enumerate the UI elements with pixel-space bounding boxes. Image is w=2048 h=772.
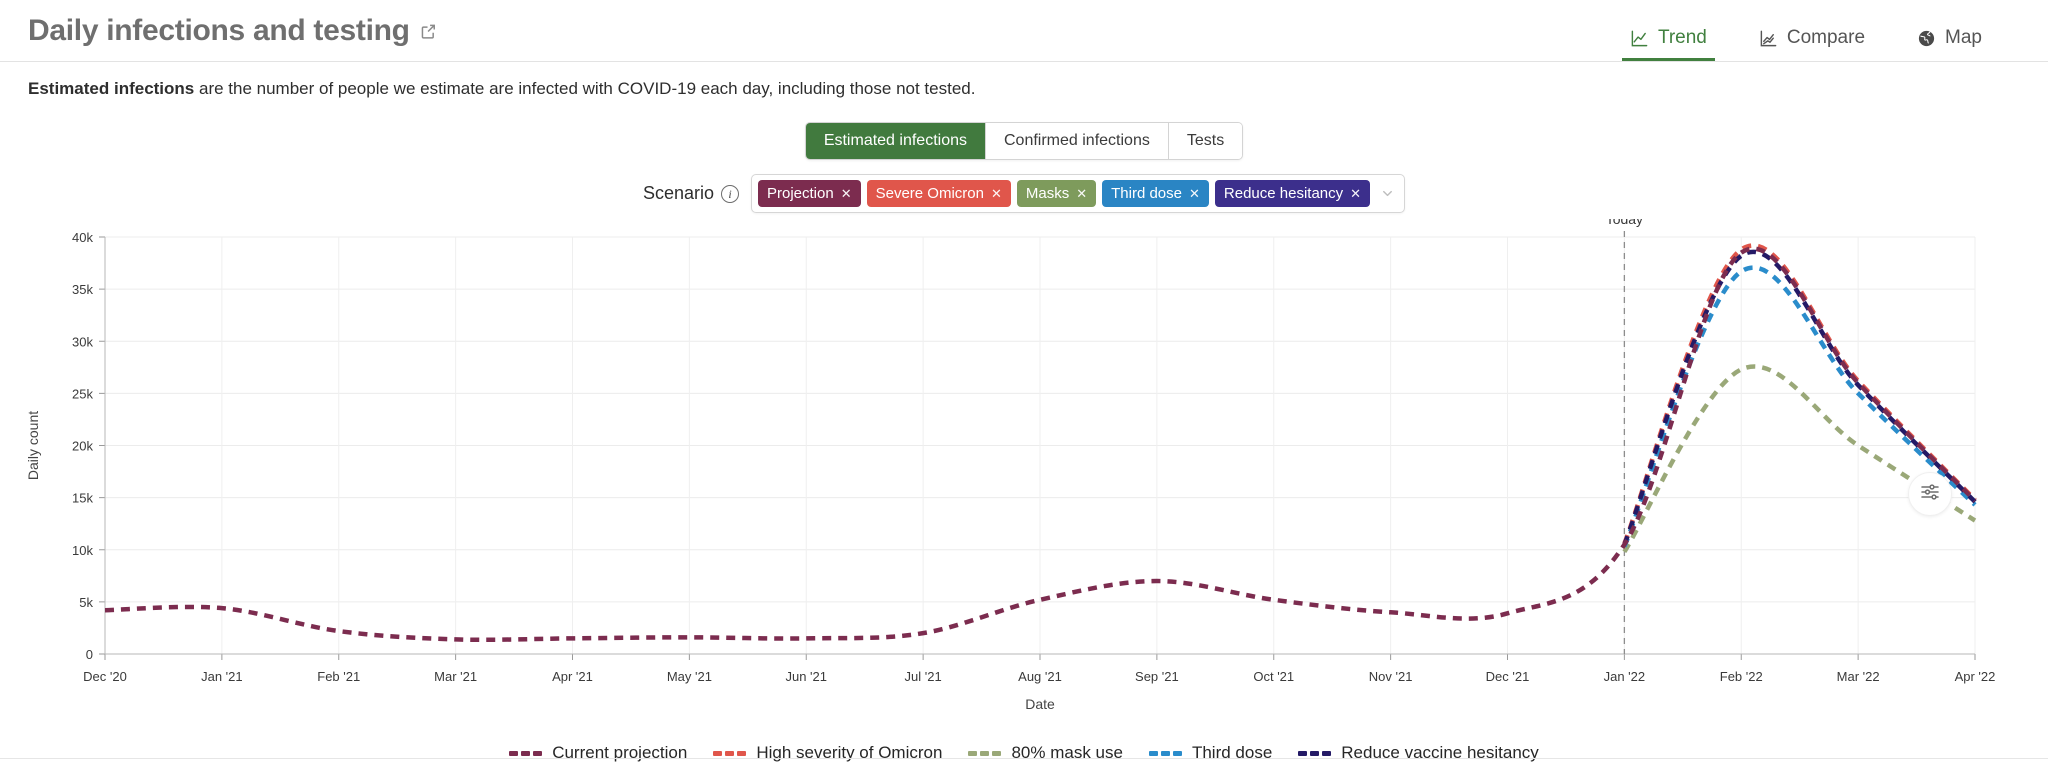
svg-text:Jun '21: Jun '21 bbox=[785, 669, 827, 684]
svg-text:0: 0 bbox=[86, 647, 93, 662]
svg-text:30k: 30k bbox=[72, 334, 93, 349]
legend-item-mask-use[interactable]: 80% mask use bbox=[968, 743, 1123, 763]
scenario-chip-third-dose[interactable]: Third dose ✕ bbox=[1102, 180, 1209, 207]
svg-text:Apr '22: Apr '22 bbox=[1955, 669, 1996, 684]
tab-trend[interactable]: Trend bbox=[1604, 27, 1733, 61]
sliders-menu-icon bbox=[1919, 481, 1941, 508]
svg-text:Mar '21: Mar '21 bbox=[434, 669, 477, 684]
close-icon[interactable]: ✕ bbox=[1350, 186, 1361, 202]
close-icon[interactable]: ✕ bbox=[841, 186, 852, 202]
legend-item-third-dose[interactable]: Third dose bbox=[1149, 743, 1272, 763]
svg-text:40k: 40k bbox=[72, 230, 93, 245]
svg-text:Date: Date bbox=[1025, 696, 1055, 712]
metric-toggle: Estimated infections Confirmed infection… bbox=[805, 122, 1243, 160]
metric-description: Estimated infections are the number of p… bbox=[0, 62, 2048, 100]
chart-container: 0 5k 10k 15k 20k 25k 30k 35k 40k Dec '20 Jan '21 Fe… bbox=[0, 219, 2048, 739]
bottom-divider bbox=[0, 758, 2048, 759]
legend-label: 80% mask use bbox=[1011, 743, 1123, 763]
svg-text:Dec '20: Dec '20 bbox=[83, 669, 127, 684]
scenario-chip-severe-omicron[interactable]: Severe Omicron ✕ bbox=[867, 180, 1011, 207]
close-icon[interactable]: ✕ bbox=[1189, 186, 1200, 202]
legend-swatch bbox=[1298, 751, 1331, 756]
metric-description-rest: are the number of people we estimate are… bbox=[194, 79, 975, 98]
globe-icon bbox=[1917, 29, 1936, 48]
legend-item-current-projection[interactable]: Current projection bbox=[509, 743, 687, 763]
svg-text:Jan '22: Jan '22 bbox=[1604, 669, 1646, 684]
metric-option-estimated-infections[interactable]: Estimated infections bbox=[806, 123, 986, 159]
scenario-label: Scenario bbox=[643, 183, 714, 204]
svg-text:Jul '21: Jul '21 bbox=[905, 669, 942, 684]
legend-label: Current projection bbox=[552, 743, 687, 763]
svg-text:Sep '21: Sep '21 bbox=[1135, 669, 1179, 684]
svg-text:Apr '21: Apr '21 bbox=[552, 669, 593, 684]
tab-compare-label: Compare bbox=[1787, 27, 1865, 49]
metric-toggle-row: Estimated infections Confirmed infection… bbox=[0, 122, 2048, 160]
compare-chart-icon bbox=[1759, 29, 1778, 48]
svg-text:Dec '21: Dec '21 bbox=[1486, 669, 1530, 684]
scenario-row: Scenario i Projection ✕ Severe Omicron ✕… bbox=[0, 174, 2048, 213]
scenario-chip-projection[interactable]: Projection ✕ bbox=[758, 180, 861, 207]
svg-text:Nov '21: Nov '21 bbox=[1369, 669, 1413, 684]
scenario-chip-reduce-hesitancy[interactable]: Reduce hesitancy ✕ bbox=[1215, 180, 1370, 207]
legend-swatch bbox=[968, 751, 1001, 756]
info-icon[interactable]: i bbox=[721, 185, 739, 203]
svg-text:Feb '21: Feb '21 bbox=[317, 669, 360, 684]
svg-text:5k: 5k bbox=[79, 595, 93, 610]
legend-item-high-severity-omicron[interactable]: High severity of Omicron bbox=[713, 743, 942, 763]
chart-legend: Current projection High severity of Omic… bbox=[0, 743, 2048, 763]
svg-text:May '21: May '21 bbox=[667, 669, 712, 684]
legend-label: High severity of Omicron bbox=[756, 743, 942, 763]
tab-map-label: Map bbox=[1945, 27, 1982, 49]
close-icon[interactable]: ✕ bbox=[991, 186, 1002, 202]
chart-menu-button[interactable] bbox=[1908, 472, 1952, 516]
legend-swatch bbox=[509, 751, 542, 756]
chevron-down-icon[interactable] bbox=[1376, 186, 1398, 201]
infections-trend-chart[interactable]: 0 5k 10k 15k 20k 25k 30k 35k 40k Dec '20 Jan '21 Fe… bbox=[0, 219, 2048, 739]
scenario-chip-masks[interactable]: Masks ✕ bbox=[1017, 180, 1096, 207]
legend-label: Reduce vaccine hesitancy bbox=[1341, 743, 1539, 763]
svg-text:Daily count: Daily count bbox=[25, 411, 41, 480]
svg-text:15k: 15k bbox=[72, 491, 93, 506]
page-title: Daily infections and testing bbox=[28, 16, 410, 46]
trend-chart-icon bbox=[1630, 29, 1649, 48]
svg-text:Oct '21: Oct '21 bbox=[1253, 669, 1294, 684]
legend-swatch bbox=[1149, 751, 1182, 756]
legend-swatch bbox=[713, 751, 746, 756]
scenario-chip-masks-label: Masks bbox=[1026, 185, 1069, 202]
metric-option-confirmed-infections[interactable]: Confirmed infections bbox=[986, 123, 1169, 159]
title-group: Daily infections and testing bbox=[0, 16, 437, 46]
scenario-chip-reduce-hesitancy-label: Reduce hesitancy bbox=[1224, 185, 1343, 202]
scenario-chips-container[interactable]: Projection ✕ Severe Omicron ✕ Masks ✕ Th… bbox=[751, 174, 1405, 213]
scenario-chip-severe-omicron-label: Severe Omicron bbox=[876, 185, 984, 202]
tab-trend-label: Trend bbox=[1658, 27, 1707, 49]
tab-compare[interactable]: Compare bbox=[1733, 27, 1891, 61]
svg-text:10k: 10k bbox=[72, 543, 93, 558]
svg-text:Jan '21: Jan '21 bbox=[201, 669, 243, 684]
svg-text:Aug '21: Aug '21 bbox=[1018, 669, 1062, 684]
view-tabs: Trend Compare Map bbox=[1604, 0, 2008, 61]
svg-text:25k: 25k bbox=[72, 386, 93, 401]
tab-map[interactable]: Map bbox=[1891, 27, 2008, 61]
legend-label: Third dose bbox=[1192, 743, 1272, 763]
metric-description-bold: Estimated infections bbox=[28, 79, 194, 98]
svg-text:20k: 20k bbox=[72, 439, 93, 454]
metric-option-tests[interactable]: Tests bbox=[1169, 123, 1242, 159]
legend-item-reduce-vaccine-hesitancy[interactable]: Reduce vaccine hesitancy bbox=[1298, 743, 1539, 763]
close-icon[interactable]: ✕ bbox=[1076, 186, 1087, 202]
svg-text:35k: 35k bbox=[72, 282, 93, 297]
scenario-chip-third-dose-label: Third dose bbox=[1111, 185, 1182, 202]
scenario-label-group: Scenario i bbox=[643, 183, 739, 204]
scenario-chip-projection-label: Projection bbox=[767, 185, 834, 202]
svg-text:Feb '22: Feb '22 bbox=[1720, 669, 1763, 684]
page-header: Daily infections and testing Trend bbox=[0, 0, 2048, 62]
external-link-icon[interactable] bbox=[420, 23, 437, 40]
svg-text:Mar '22: Mar '22 bbox=[1837, 669, 1880, 684]
svg-text:Today: Today bbox=[1606, 219, 1643, 227]
